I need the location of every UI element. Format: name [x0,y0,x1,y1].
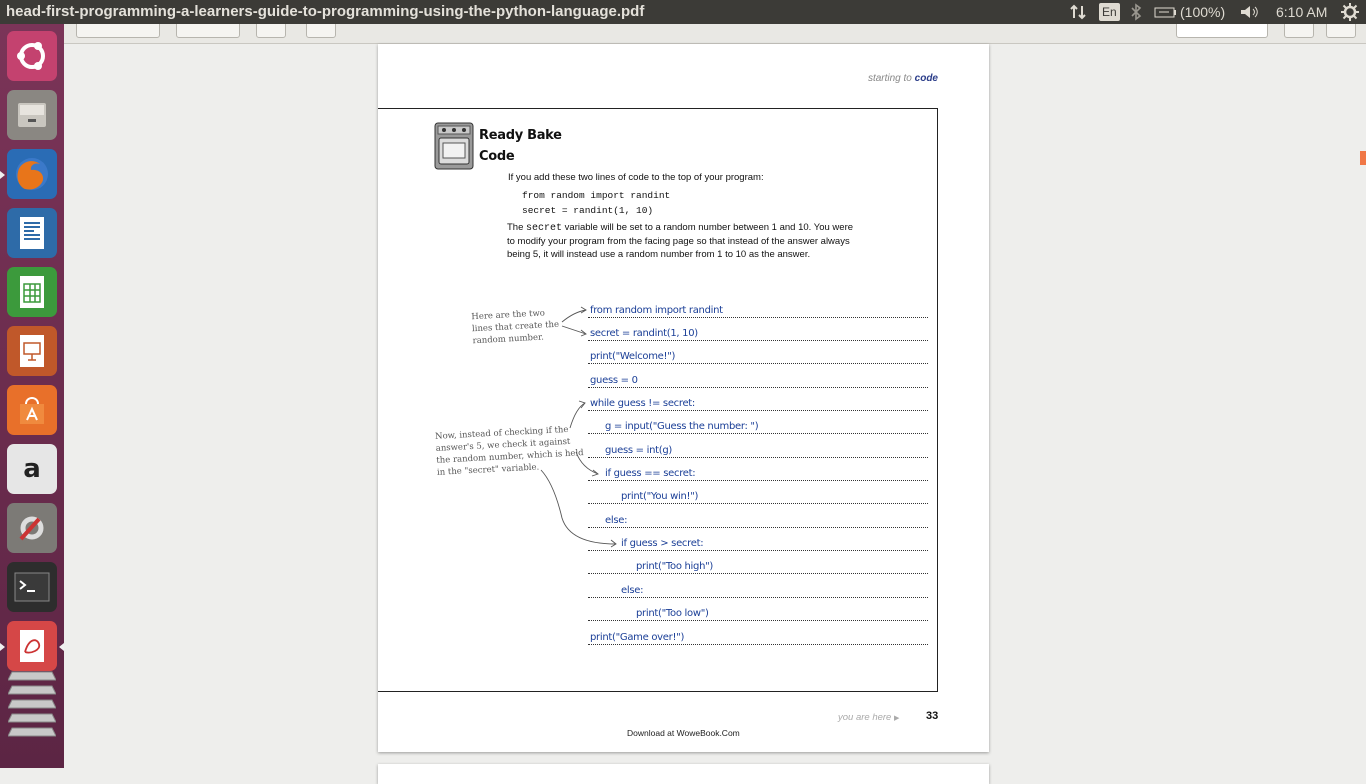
you-are-here-text: you are here [838,712,892,723]
you-are-here: you are here ▶ [838,712,899,723]
triangle-icon: ▶ [893,715,900,722]
running-indicator [0,643,5,651]
top-panel: head-first-programming-a-learners-guide-… [0,0,1366,24]
pdf-page: starting to code Ready Bake Code If you … [378,44,989,752]
fullscreen-button[interactable] [1284,24,1314,38]
document-viewer-icon[interactable] [7,621,57,671]
battery-percent: (100%) [1180,4,1226,20]
gear-icon[interactable] [1340,2,1360,22]
page-number-field[interactable] [76,24,160,38]
page-number: 33 [926,710,939,722]
workspaces-icon[interactable] [7,671,57,737]
toolbar [64,24,1366,44]
writer-icon[interactable] [7,208,57,258]
bluetooth-icon[interactable] [1129,2,1143,22]
scroll-position-marker[interactable] [1360,151,1366,165]
zoom-field[interactable] [1176,24,1268,38]
amazon-icon[interactable]: a [7,444,57,494]
firefox-icon[interactable] [7,149,57,199]
software-center-icon[interactable] [7,385,57,435]
search-button[interactable] [256,24,286,38]
document-view[interactable]: starting to code Ready Bake Code If you … [64,44,1366,784]
prev-next-buttons[interactable] [176,24,240,38]
clock[interactable]: 6:10 AM [1276,2,1327,22]
ubuntu-dash-icon[interactable] [7,31,57,81]
files-icon[interactable] [7,90,57,140]
keyboard-layout-indicator[interactable]: En [1099,3,1120,21]
terminal-icon[interactable] [7,562,57,612]
running-indicator [0,171,5,179]
system-settings-icon[interactable] [7,503,57,553]
next-page [378,764,989,784]
volume-icon[interactable] [1238,2,1260,22]
launcher: a [0,24,64,768]
sidebar-toggle-button[interactable] [306,24,336,38]
network-icon[interactable] [1068,2,1088,22]
annotation-arrows [540,306,617,548]
battery-icon[interactable] [1154,2,1178,22]
menu-button[interactable] [1326,24,1356,38]
calc-icon[interactable] [7,267,57,317]
impress-icon[interactable] [7,326,57,376]
window-title: head-first-programming-a-learners-guide-… [6,3,645,20]
download-footer: Download at WoweBook.Com [627,728,740,738]
